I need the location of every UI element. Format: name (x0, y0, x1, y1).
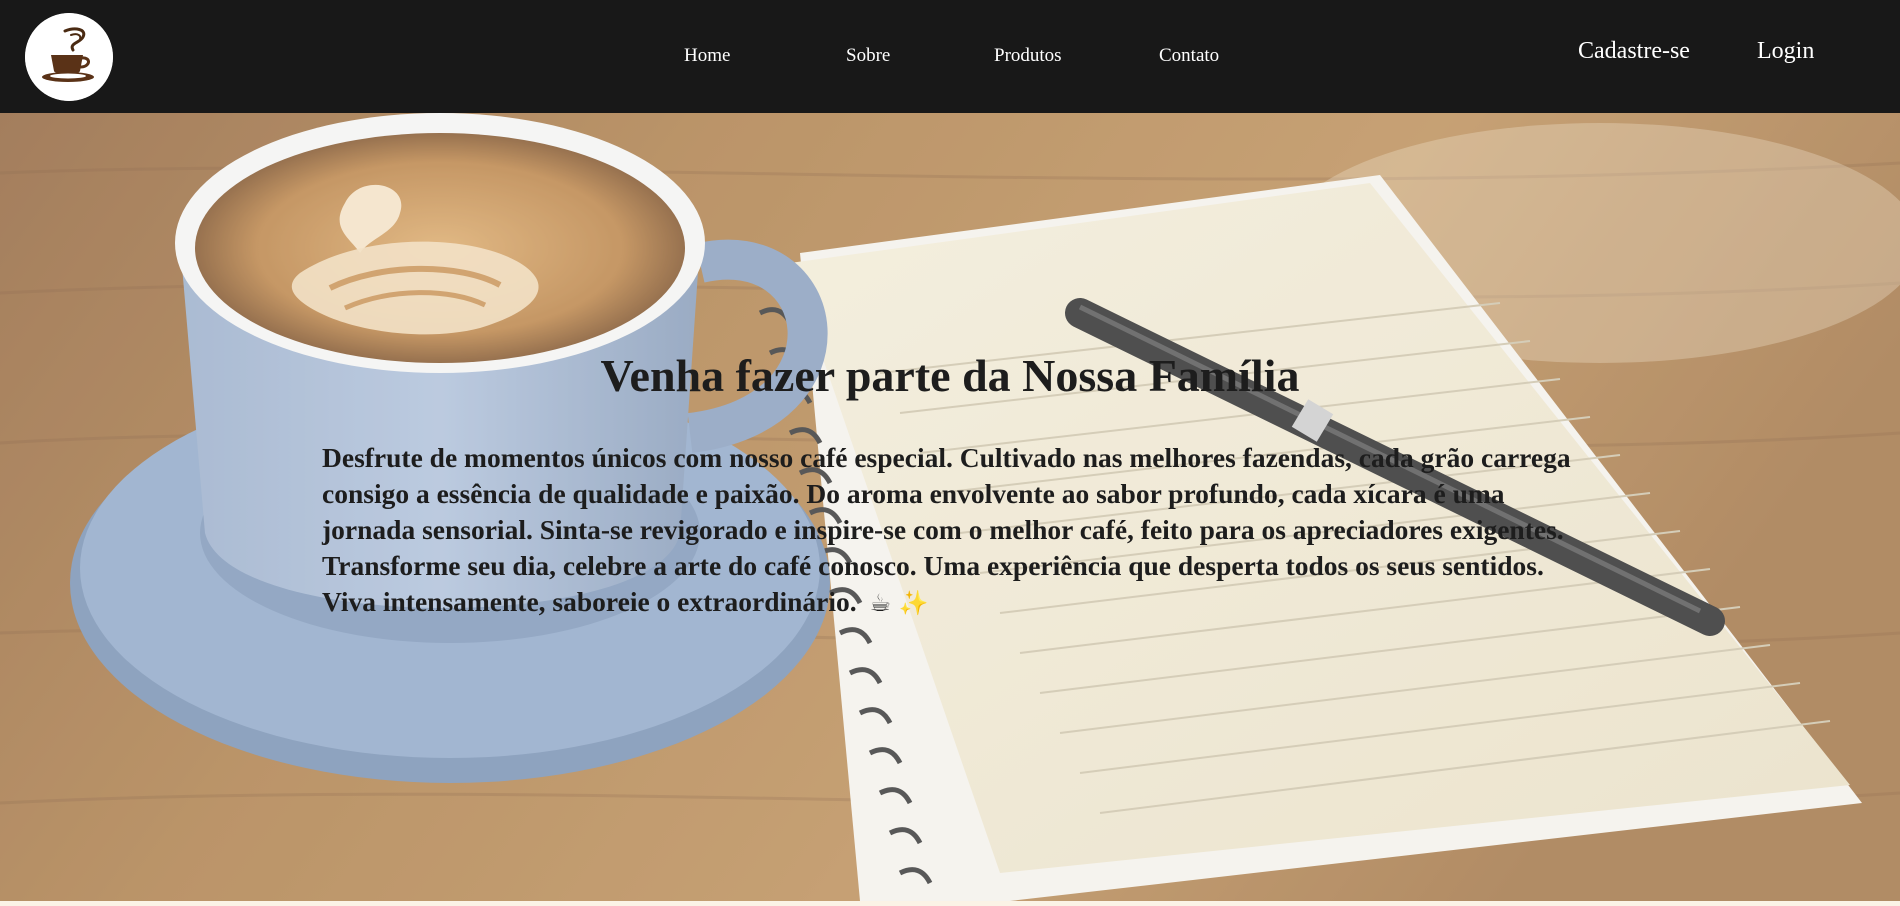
hero-title-text: Venha fazer parte da Nossa Família (600, 350, 1300, 401)
hero-description: Desfrute de momentos únicos com nosso ca… (322, 440, 1582, 621)
nav-contato-link[interactable]: Contato (1159, 45, 1219, 67)
coffee-sparkles-emoji: ☕ ✨ (869, 589, 929, 617)
hero-section: Venha fazer parte da Nossa Família Desfr… (0, 113, 1900, 901)
login-link[interactable]: Login (1757, 38, 1814, 65)
hero-title: Venha fazer parte da Nossa Família (0, 349, 1900, 402)
hero-description-text: Desfrute de momentos únicos com nosso ca… (322, 442, 1571, 617)
navbar: Home Sobre Produtos Contato Cadastre-se … (0, 0, 1900, 113)
nav-produtos-link[interactable]: Produtos (994, 45, 1062, 67)
page-bottom-strip (0, 901, 1900, 906)
nav-sobre-link[interactable]: Sobre (846, 45, 890, 67)
register-link[interactable]: Cadastre-se (1578, 38, 1690, 65)
nav-home-link[interactable]: Home (684, 45, 730, 67)
